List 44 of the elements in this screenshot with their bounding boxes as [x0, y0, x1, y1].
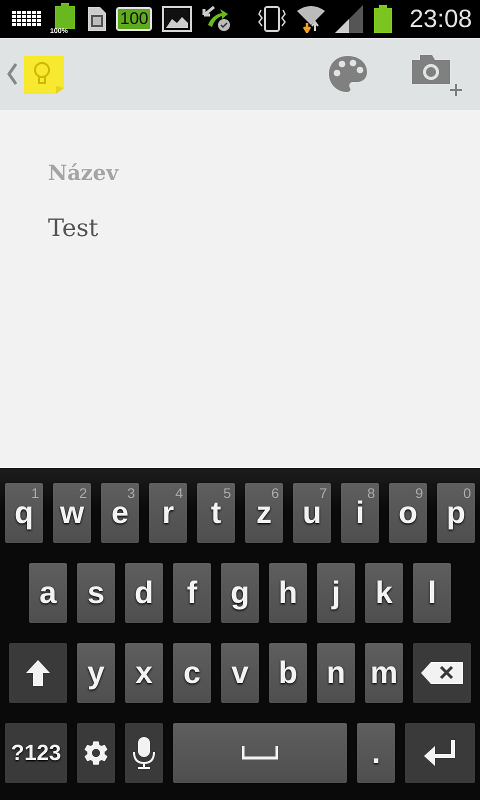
letter-key[interactable]: n: [317, 643, 355, 703]
letter-key[interactable]: g: [221, 563, 259, 623]
backspace-key[interactable]: [413, 643, 471, 703]
enter-key[interactable]: [405, 723, 475, 783]
vibrate-icon: [257, 6, 288, 32]
shift-arrow-icon: [25, 659, 51, 687]
letter-key[interactable]: a: [29, 563, 67, 623]
battery-icon: [373, 5, 394, 33]
letter-key[interactable]: l: [413, 563, 451, 623]
sim-card-icon: [88, 7, 106, 31]
letter-key[interactable]: h: [269, 563, 307, 623]
letter-key[interactable]: s: [77, 563, 115, 623]
shift-key[interactable]: [9, 643, 67, 703]
palette-icon[interactable]: [328, 55, 368, 93]
letter-key[interactable]: v: [221, 643, 259, 703]
letter-key[interactable]: b: [269, 643, 307, 703]
letter-key[interactable]: c: [173, 643, 211, 703]
letter-key[interactable]: j: [317, 563, 355, 623]
letter-key[interactable]: y: [77, 643, 115, 703]
enter-arrow-icon: [424, 739, 456, 767]
backspace-icon: [421, 662, 463, 684]
image-icon: [162, 6, 192, 32]
note-body-field[interactable]: Test: [48, 208, 348, 248]
letter-key[interactable]: k: [365, 563, 403, 623]
settings-key[interactable]: [77, 723, 115, 783]
letter-key[interactable]: x: [125, 643, 163, 703]
letter-key[interactable]: f: [173, 563, 211, 623]
letter-key[interactable]: m: [365, 643, 403, 703]
wifi-icon: [297, 5, 326, 33]
back-chevron-icon[interactable]: [6, 63, 18, 85]
gear-icon: [82, 739, 110, 767]
add-photo-icon[interactable]: [412, 52, 464, 96]
sync-check-icon: [202, 5, 232, 33]
keyboard-icon: [12, 11, 42, 27]
symbols-key[interactable]: ?123: [5, 723, 67, 783]
signal-icon: [335, 5, 364, 33]
letter-key[interactable]: .: [357, 723, 395, 783]
clock-text: 23:08: [409, 4, 472, 34]
title-field[interactable]: Název: [48, 154, 348, 190]
mic-key[interactable]: [125, 723, 163, 783]
space-bar-icon: [242, 746, 278, 760]
microphone-icon: [132, 736, 156, 770]
letter-key[interactable]: d: [125, 563, 163, 623]
battery-charge-badge: 100: [116, 7, 152, 31]
